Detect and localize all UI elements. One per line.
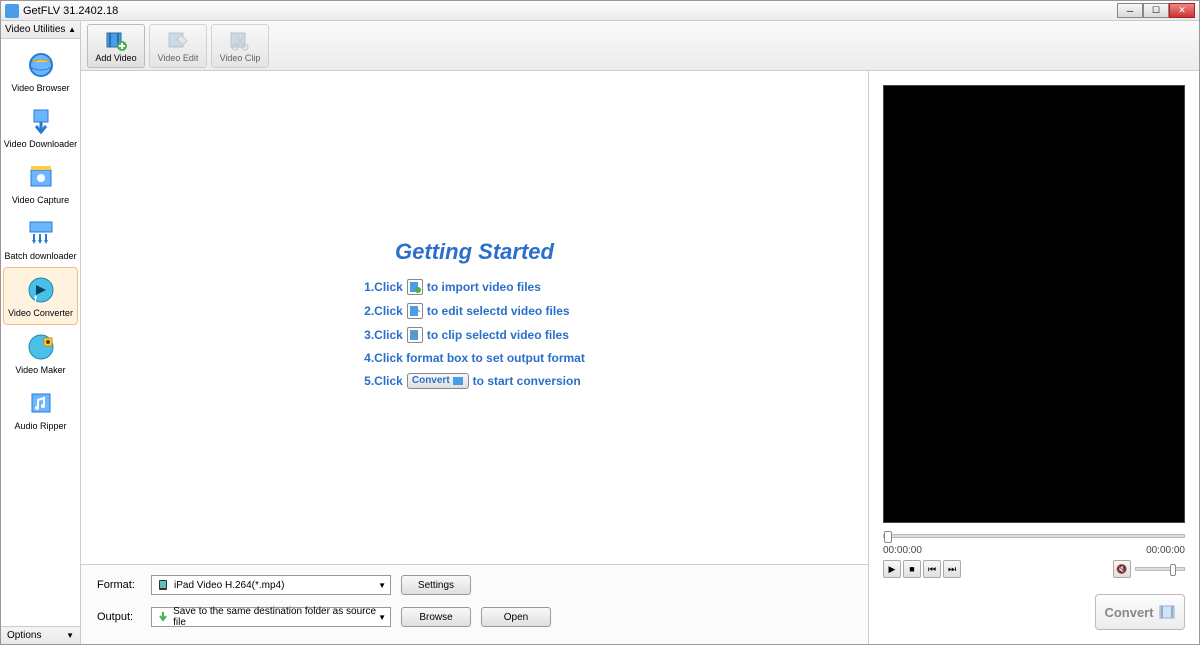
video-maker-icon bbox=[25, 331, 57, 363]
sidebar-footer-options[interactable]: Options ▼ bbox=[1, 626, 80, 644]
app-icon bbox=[5, 4, 19, 18]
dropdown-arrow-icon: ▼ bbox=[378, 581, 386, 590]
titlebar: GetFLV 31.2402.18 ─ ☐ ✕ bbox=[1, 1, 1199, 21]
batch-download-icon bbox=[25, 217, 57, 249]
globe-browser-icon bbox=[25, 49, 57, 81]
video-edit-button: Video Edit bbox=[149, 24, 207, 68]
window-title: GetFLV 31.2402.18 bbox=[23, 5, 118, 17]
sidebar: Video Utilities ▲ Video Browser Video Do… bbox=[1, 21, 81, 644]
ipad-icon bbox=[156, 578, 170, 592]
volume-button[interactable]: 🔇 bbox=[1113, 560, 1131, 578]
sidebar-header-label: Video Utilities bbox=[5, 24, 65, 35]
save-arrow-icon bbox=[156, 610, 169, 624]
preview-panel: 00:00:00 00:00:00 ▶ ■ ⏮ ⏭ 🔇 bbox=[869, 71, 1199, 644]
output-value: Save to the same destination folder as s… bbox=[173, 606, 378, 628]
browse-button[interactable]: Browse bbox=[401, 607, 471, 627]
output-label: Output: bbox=[97, 611, 141, 623]
convert-button[interactable]: Convert bbox=[1095, 594, 1185, 630]
minimize-button[interactable]: ─ bbox=[1117, 3, 1143, 18]
sidebar-item-video-converter[interactable]: f Video Converter bbox=[3, 267, 78, 325]
window-controls: ─ ☐ ✕ bbox=[1117, 3, 1195, 18]
sidebar-item-video-capture[interactable]: Video Capture bbox=[1, 155, 80, 211]
add-video-mini-icon bbox=[407, 279, 423, 295]
sidebar-item-label: Video Converter bbox=[8, 308, 73, 318]
prev-button[interactable]: ⏮ bbox=[923, 560, 941, 578]
sidebar-item-label: Batch downloader bbox=[4, 251, 76, 261]
dropdown-arrow-icon: ▼ bbox=[378, 613, 386, 622]
format-label: Format: bbox=[97, 579, 141, 591]
video-edit-icon bbox=[167, 29, 189, 51]
time-elapsed: 00:00:00 bbox=[883, 545, 922, 556]
play-button[interactable]: ▶ bbox=[883, 560, 901, 578]
instruction-line-3: 3.Click to clip selectd video files bbox=[364, 327, 585, 343]
collapse-up-icon: ▲ bbox=[68, 25, 76, 34]
instruction-line-2: 2.Click to edit selectd video files bbox=[364, 303, 585, 319]
instruction-area: Getting Started 1.Click to import video … bbox=[81, 71, 868, 564]
sidebar-item-audio-ripper[interactable]: Audio Ripper bbox=[1, 381, 80, 437]
toolbar-btn-label: Add Video bbox=[95, 53, 136, 63]
video-clip-button: Video Clip bbox=[211, 24, 269, 68]
convert-label: Convert bbox=[1104, 605, 1153, 620]
sidebar-item-label: Audio Ripper bbox=[14, 421, 66, 431]
time-total: 00:00:00 bbox=[1146, 545, 1185, 556]
sidebar-item-label: Video Capture bbox=[12, 195, 69, 205]
video-preview bbox=[883, 85, 1185, 523]
sidebar-item-video-downloader[interactable]: Video Downloader bbox=[1, 99, 80, 155]
sidebar-footer-label: Options bbox=[7, 630, 41, 641]
stop-button[interactable]: ■ bbox=[903, 560, 921, 578]
volume-slider[interactable] bbox=[1135, 567, 1185, 571]
sidebar-item-video-browser[interactable]: Video Browser bbox=[1, 43, 80, 99]
instruction-line-1: 1.Click to import video files bbox=[364, 279, 585, 295]
sidebar-item-label: Video Maker bbox=[15, 365, 65, 375]
sidebar-item-batch-downloader[interactable]: Batch downloader bbox=[1, 211, 80, 267]
video-edit-mini-icon bbox=[407, 303, 423, 319]
toolbar-btn-label: Video Clip bbox=[220, 53, 261, 63]
convert-icon bbox=[1158, 603, 1176, 621]
sidebar-item-label: Video Downloader bbox=[4, 139, 77, 149]
add-video-icon bbox=[105, 29, 127, 51]
capture-icon bbox=[25, 161, 57, 193]
output-dropdown[interactable]: Save to the same destination folder as s… bbox=[151, 607, 391, 627]
sidebar-item-video-maker[interactable]: Video Maker bbox=[1, 325, 80, 381]
sidebar-header[interactable]: Video Utilities ▲ bbox=[1, 21, 80, 39]
volume-thumb[interactable] bbox=[1170, 564, 1176, 576]
toolbar-btn-label: Video Edit bbox=[158, 53, 199, 63]
instruction-line-5: 5.Click Convert to start conversion bbox=[364, 373, 585, 389]
bottom-panel: Format: iPad Video H.264(*.mp4) ▼ Settin… bbox=[81, 564, 868, 644]
format-dropdown[interactable]: iPad Video H.264(*.mp4) ▼ bbox=[151, 575, 391, 595]
getting-started-title: Getting Started bbox=[364, 239, 585, 265]
settings-button[interactable]: Settings bbox=[401, 575, 471, 595]
sidebar-item-label: Video Browser bbox=[11, 83, 69, 93]
maximize-button[interactable]: ☐ bbox=[1143, 3, 1169, 18]
video-clip-mini-icon bbox=[407, 327, 423, 343]
instruction-line-4: 4.Click format box to set output format bbox=[364, 351, 585, 365]
expand-down-icon: ▼ bbox=[66, 631, 74, 640]
open-button[interactable]: Open bbox=[481, 607, 551, 627]
audio-ripper-icon bbox=[25, 387, 57, 419]
close-button[interactable]: ✕ bbox=[1169, 3, 1195, 18]
video-clip-icon bbox=[229, 29, 251, 51]
toolbar: Add Video Video Edit Video Clip bbox=[81, 21, 1199, 71]
timeline-thumb[interactable] bbox=[884, 531, 892, 543]
download-arrow-icon bbox=[25, 105, 57, 137]
converter-icon: f bbox=[25, 274, 57, 306]
timeline-slider[interactable] bbox=[883, 534, 1185, 538]
add-video-button[interactable]: Add Video bbox=[87, 24, 145, 68]
format-value: iPad Video H.264(*.mp4) bbox=[174, 580, 284, 591]
next-button[interactable]: ⏭ bbox=[943, 560, 961, 578]
convert-badge: Convert bbox=[407, 373, 469, 389]
